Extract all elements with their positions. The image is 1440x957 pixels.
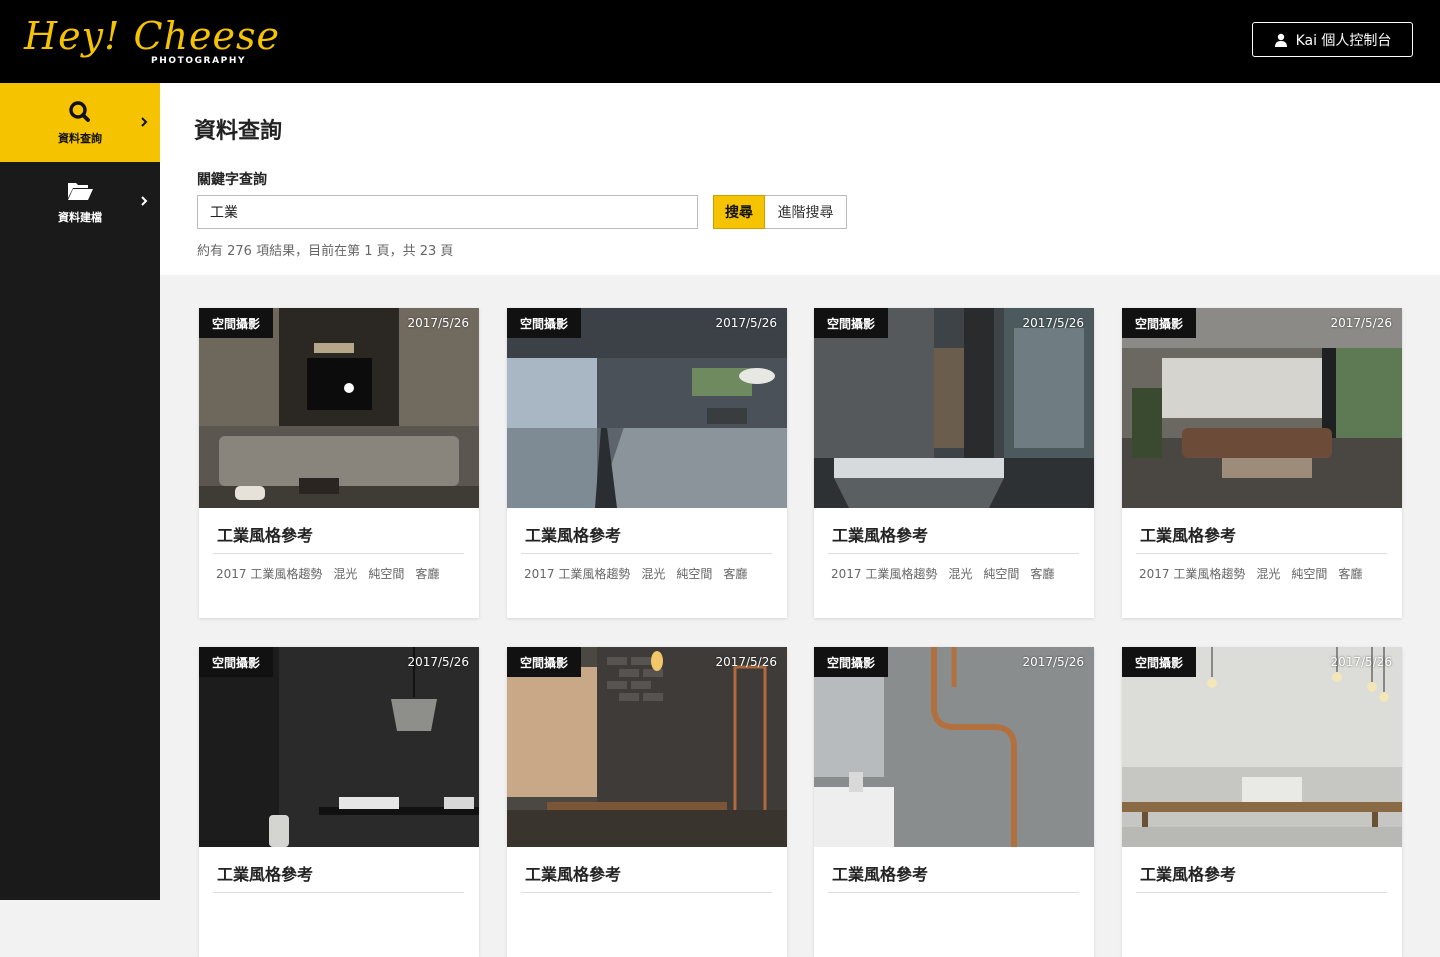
card-divider <box>213 892 464 893</box>
sidebar-item-search[interactable]: 資料查詢 <box>0 83 160 162</box>
result-card[interactable]: 空間攝影 2017/5/26 工業風格參考 2017 工業風格趨勢 混光 純空間… <box>814 308 1094 618</box>
card-title: 工業風格參考 <box>832 526 929 545</box>
tag-item[interactable]: 客廳 <box>1338 565 1362 582</box>
page-title: 資料查詢 <box>194 119 283 144</box>
card-tags: 2017 工業風格趨勢 混光 純空間 客廳 <box>216 565 439 582</box>
top-bar: Hey! Cheese PHOTOGRAPHY Kai 個人控制台 <box>0 0 1440 83</box>
tag-item[interactable]: 客廳 <box>415 565 439 582</box>
card-thumbnail: 空間攝影 2017/5/26 <box>199 647 479 847</box>
tag-item[interactable]: 混光 <box>948 565 972 582</box>
tag-item[interactable]: 客廳 <box>1030 565 1054 582</box>
logo-script: Hey! Cheese <box>24 14 280 58</box>
card-divider <box>521 892 772 893</box>
card-thumbnail: 空間攝影 2017/5/26 <box>507 647 787 847</box>
result-card[interactable]: 空間攝影 2017/5/26 工業風格參考 2017 工業風格趨勢 混光 純空間… <box>1122 308 1402 618</box>
card-date: 2017/5/26 <box>715 655 777 669</box>
card-date: 2017/5/26 <box>1022 316 1084 330</box>
tag-item[interactable]: 混光 <box>1256 565 1280 582</box>
category-badge: 空間攝影 <box>814 308 889 338</box>
card-thumbnail: 空間攝影 2017/5/26 <box>1122 647 1402 847</box>
card-date: 2017/5/26 <box>407 655 469 669</box>
card-thumbnail: 空間攝影 2017/5/26 <box>1122 308 1402 508</box>
sidebar-item-label: 資料建檔 <box>58 210 102 224</box>
tag-item[interactable]: 純空間 <box>676 565 712 582</box>
sidebar-item-create[interactable]: 資料建檔 <box>0 162 160 241</box>
category-badge: 空間攝影 <box>199 647 274 677</box>
card-date: 2017/5/26 <box>715 316 777 330</box>
result-card[interactable]: 空間攝影 2017/5/26 工業風格參考 2017 工業風格趨勢 混光 純空間… <box>507 308 787 618</box>
card-tags: 2017 工業風格趨勢 混光 純空間 客廳 <box>524 565 747 582</box>
keyword-label: 關鍵字查詢 <box>197 172 267 188</box>
folder-open-icon <box>68 182 93 200</box>
tag-item[interactable]: 混光 <box>641 565 665 582</box>
card-title: 工業風格參考 <box>525 526 622 545</box>
card-tags: 2017 工業風格趨勢 混光 純空間 客廳 <box>831 565 1054 582</box>
tag-item[interactable]: 客廳 <box>723 565 747 582</box>
card-thumbnail: 空間攝影 2017/5/26 <box>814 308 1094 508</box>
tag-item[interactable]: 2017 工業風格趨勢 <box>216 565 322 582</box>
result-summary: 約有 276 項結果，目前在第 1 頁，共 23 頁 <box>197 244 454 259</box>
card-title: 工業風格參考 <box>832 865 929 884</box>
card-title: 工業風格參考 <box>1140 526 1237 545</box>
search-panel: 資料查詢 關鍵字查詢 搜尋 進階搜尋 約有 276 項結果，目前在第 1 頁，共… <box>160 83 1440 275</box>
card-thumbnail: 空間攝影 2017/5/26 <box>507 308 787 508</box>
category-badge: 空間攝影 <box>1122 308 1197 338</box>
chevron-right-icon <box>141 117 148 127</box>
tag-item[interactable]: 2017 工業風格趨勢 <box>1139 565 1245 582</box>
sidebar-item-label: 資料查詢 <box>58 131 102 145</box>
card-divider <box>828 892 1079 893</box>
dashboard-label: Kai 個人控制台 <box>1295 32 1392 49</box>
card-date: 2017/5/26 <box>1022 655 1084 669</box>
tag-item[interactable]: 2017 工業風格趨勢 <box>524 565 630 582</box>
card-date: 2017/5/26 <box>1330 655 1392 669</box>
card-thumbnail: 空間攝影 2017/5/26 <box>199 308 479 508</box>
search-button[interactable]: 搜尋 <box>713 195 765 229</box>
card-date: 2017/5/26 <box>407 316 469 330</box>
card-divider <box>1136 892 1387 893</box>
result-card[interactable]: 空間攝影 2017/5/26 工業風格參考 <box>199 647 479 957</box>
personal-dashboard-button[interactable]: Kai 個人控制台 <box>1252 22 1413 57</box>
chevron-right-icon <box>141 196 148 206</box>
user-icon <box>1274 33 1287 47</box>
card-divider <box>828 553 1079 554</box>
result-card[interactable]: 空間攝影 2017/5/26 工業風格參考 <box>814 647 1094 957</box>
card-title: 工業風格參考 <box>217 865 314 884</box>
category-badge: 空間攝影 <box>507 647 582 677</box>
search-input[interactable] <box>197 195 698 229</box>
result-card[interactable]: 空間攝影 2017/5/26 工業風格參考 <box>507 647 787 957</box>
card-thumbnail: 空間攝影 2017/5/26 <box>814 647 1094 847</box>
tag-item[interactable]: 純空間 <box>368 565 404 582</box>
advanced-search-button[interactable]: 進階搜尋 <box>765 195 847 229</box>
tag-item[interactable]: 純空間 <box>1291 565 1327 582</box>
tag-item[interactable]: 純空間 <box>983 565 1019 582</box>
card-date: 2017/5/26 <box>1330 316 1392 330</box>
result-card[interactable]: 空間攝影 2017/5/26 工業風格參考 2017 工業風格趨勢 混光 純空間… <box>199 308 479 618</box>
category-badge: 空間攝影 <box>814 647 889 677</box>
tag-item[interactable]: 2017 工業風格趨勢 <box>831 565 937 582</box>
card-divider <box>1136 553 1387 554</box>
category-badge: 空間攝影 <box>507 308 582 338</box>
card-tags: 2017 工業風格趨勢 混光 純空間 客廳 <box>1139 565 1362 582</box>
card-title: 工業風格參考 <box>1140 865 1237 884</box>
search-icon <box>69 100 90 122</box>
category-badge: 空間攝影 <box>199 308 274 338</box>
card-divider <box>213 553 464 554</box>
result-card[interactable]: 空間攝影 2017/5/26 工業風格參考 <box>1122 647 1402 957</box>
category-badge: 空間攝影 <box>1122 647 1197 677</box>
logo-subtitle: PHOTOGRAPHY <box>151 56 247 66</box>
sidebar: 資料查詢 資料建檔 <box>0 83 160 900</box>
tag-item[interactable]: 混光 <box>333 565 357 582</box>
card-title: 工業風格參考 <box>217 526 314 545</box>
card-divider <box>521 553 772 554</box>
brand-logo[interactable]: Hey! Cheese PHOTOGRAPHY <box>24 14 279 70</box>
card-title: 工業風格參考 <box>525 865 622 884</box>
